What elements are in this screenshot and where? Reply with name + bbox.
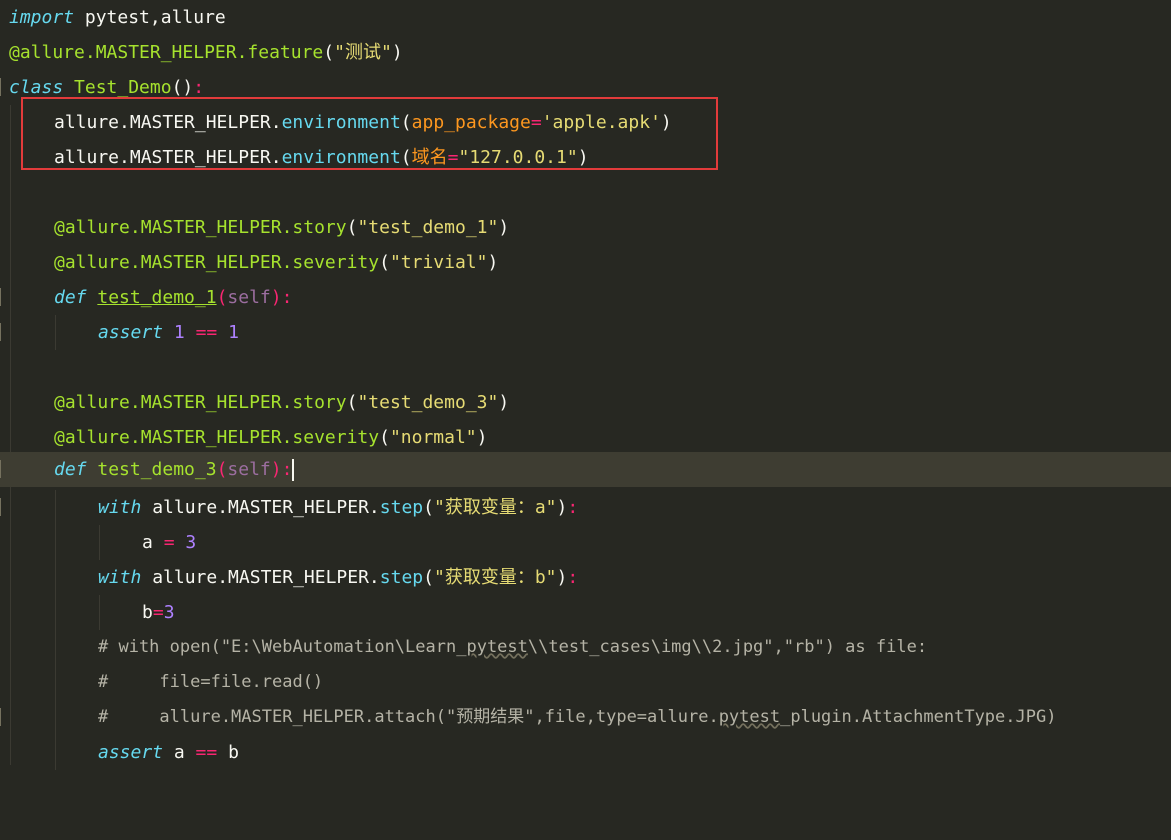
fold-marker[interactable]	[0, 460, 9, 478]
operator: =	[163, 532, 175, 553]
number-literal: 3	[163, 602, 175, 623]
comment: \\test_cases\img\\2.jpg","rb") as file:	[527, 637, 928, 657]
fold-marker[interactable]	[0, 498, 9, 516]
string-literal: "测试"	[334, 42, 392, 63]
code-line-7[interactable]: @allure.MASTER_HELPER.story("test_demo_1…	[0, 210, 1171, 245]
code-text: allure.MASTER_HELPER.	[141, 497, 380, 518]
code-line-15[interactable]: with allure.MASTER_HELPER.step("获取变量：a")…	[0, 490, 1171, 525]
operator: ==	[195, 322, 218, 343]
paren: (	[346, 217, 358, 238]
keyword: assert	[98, 322, 164, 343]
paren: )	[556, 497, 568, 518]
paren: )	[270, 459, 282, 480]
function-name: test_demo_3	[97, 459, 217, 480]
keyword: with	[98, 567, 142, 588]
colon: :	[281, 287, 293, 308]
number-literal: 1	[228, 322, 239, 343]
code-line-17[interactable]: with allure.MASTER_HELPER.step("获取变量：b")…	[0, 560, 1171, 595]
paren: )	[391, 42, 403, 63]
comment: _plugin.AttachmentType.JPG)	[780, 707, 1057, 727]
code-line-12[interactable]: @allure.MASTER_HELPER.story("test_demo_3…	[0, 385, 1171, 420]
variable: a	[163, 742, 196, 763]
string-literal: "获取变量：b"	[433, 567, 557, 588]
operator: =	[152, 602, 164, 623]
decorator: @allure.MASTER_HELPER.story	[54, 392, 347, 413]
string-literal: "trivial"	[389, 252, 488, 273]
paren: )	[270, 287, 282, 308]
paren: (	[216, 459, 228, 480]
comment: # file=file.read()	[98, 672, 324, 692]
highlight-box	[21, 97, 718, 170]
string-literal: "normal"	[389, 427, 477, 448]
code-line-19[interactable]: # with open("E:\WebAutomation\Learn_pyte…	[0, 630, 1171, 665]
code-text: pytest,allure	[74, 7, 226, 28]
decorator: @allure.MASTER_HELPER.story	[54, 217, 347, 238]
paren: (	[423, 567, 434, 588]
variable: a	[142, 532, 164, 553]
fold-marker[interactable]	[0, 78, 9, 96]
paren: )	[556, 567, 568, 588]
code-line-2[interactable]: @allure.MASTER_HELPER.feature("测试")	[0, 35, 1171, 70]
code-line-1[interactable]: import pytest,allure	[0, 0, 1171, 35]
keyword: assert	[98, 742, 164, 763]
keyword: class	[9, 77, 64, 98]
comment-spellcheck: pytest	[718, 707, 781, 727]
code-line-22[interactable]: assert a == b	[0, 735, 1171, 770]
decorator: @allure.MASTER_HELPER.severity	[54, 252, 380, 273]
number-literal: 3	[174, 532, 197, 553]
colon: :	[567, 567, 579, 588]
colon: :	[193, 77, 205, 98]
paren: )	[487, 252, 499, 273]
paren: (	[423, 497, 434, 518]
paren: )	[498, 392, 510, 413]
colon: :	[281, 459, 293, 480]
self-param: self	[227, 459, 271, 480]
fold-marker[interactable]	[0, 708, 9, 726]
comment-spellcheck: pytest	[466, 637, 528, 657]
string-literal: "test_demo_1"	[357, 217, 499, 238]
fold-marker[interactable]	[0, 323, 9, 341]
keyword: with	[98, 497, 142, 518]
paren: (	[323, 42, 335, 63]
operator: ==	[195, 742, 218, 763]
colon: :	[567, 497, 579, 518]
paren: (	[216, 287, 228, 308]
paren: ()	[171, 77, 194, 98]
code-editor[interactable]: import pytest,allure @allure.MASTER_HELP…	[0, 0, 1171, 782]
comment: # with open("E:\WebAutomation\Learn_	[98, 637, 467, 657]
variable: b	[217, 742, 239, 763]
code-line-8[interactable]: @allure.MASTER_HELPER.severity("trivial"…	[0, 245, 1171, 280]
self-param: self	[227, 287, 271, 308]
code-text: allure.MASTER_HELPER.	[141, 567, 380, 588]
keyword: def	[54, 287, 87, 308]
code-line-21[interactable]: # allure.MASTER_HELPER.attach("预期结果",fil…	[0, 700, 1171, 735]
paren: (	[379, 427, 390, 448]
function-call: step	[379, 497, 424, 518]
paren: (	[346, 392, 358, 413]
string-literal: "test_demo_3"	[357, 392, 499, 413]
keyword: def	[54, 459, 87, 480]
string-literal: "获取变量：a"	[433, 497, 557, 518]
number-literal: 1	[173, 322, 185, 343]
class-name: Test_Demo	[63, 77, 172, 98]
text-caret	[292, 459, 294, 481]
code-line-9[interactable]: def test_demo_1(self):	[0, 280, 1171, 315]
fold-marker[interactable]	[0, 288, 9, 306]
code-line-20[interactable]: # file=file.read()	[0, 665, 1171, 700]
code-line-13[interactable]: @allure.MASTER_HELPER.severity("normal")	[0, 420, 1171, 455]
code-line-18[interactable]: b=3	[0, 595, 1171, 630]
paren: (	[379, 252, 390, 273]
variable: b	[142, 602, 153, 623]
decorator: @allure.MASTER_HELPER.severity	[54, 427, 380, 448]
function-call: step	[379, 567, 424, 588]
paren: )	[476, 427, 488, 448]
keyword: import	[9, 7, 75, 28]
comment: # allure.MASTER_HELPER.attach("预期结果",fil…	[98, 707, 719, 727]
code-line-10[interactable]: assert 1 == 1	[0, 315, 1171, 350]
decorator: @allure.MASTER_HELPER.feature	[9, 42, 324, 63]
paren: )	[498, 217, 510, 238]
code-line-14-current[interactable]: def test_demo_3(self):	[0, 452, 1171, 487]
function-name: test_demo_1	[97, 287, 217, 308]
code-line-16[interactable]: a = 3	[0, 525, 1171, 560]
